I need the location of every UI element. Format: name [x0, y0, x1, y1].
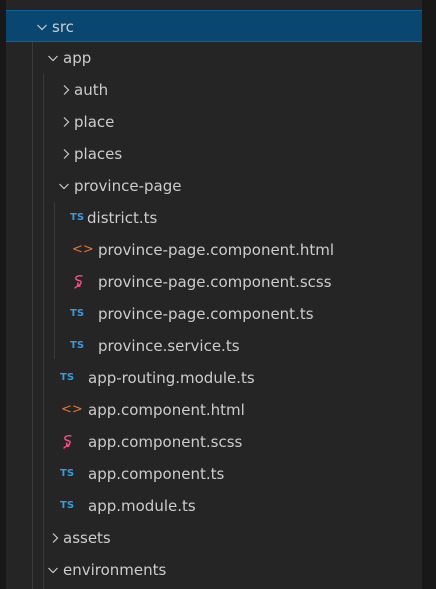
chevron-right-icon[interactable] — [60, 106, 72, 138]
typescript-file-icon: TS — [70, 212, 85, 223]
tree-item-label: assets — [63, 529, 111, 547]
tree-item-label: province-page.component.html — [98, 241, 335, 259]
tree-item-province-service-ts[interactable]: TS province.service.ts — [6, 330, 422, 362]
tree-item-app-component-scss[interactable]: app.component.scss — [6, 426, 422, 458]
tree-item-assets[interactable]: assets — [6, 522, 422, 554]
chevron-down-icon[interactable] — [58, 170, 70, 202]
tree-item-province-page[interactable]: province-page — [6, 170, 422, 202]
chevron-down-icon[interactable] — [47, 42, 59, 74]
tree-item-label: environments — [63, 561, 167, 579]
tree-item-label: places — [74, 145, 123, 163]
tree-item-district-ts[interactable]: TS district.ts — [6, 202, 422, 234]
chevron-right-icon[interactable] — [49, 522, 61, 554]
tree-item-province-page-component-html[interactable]: <> province-page.component.html — [6, 234, 422, 266]
typescript-file-icon: TS — [60, 468, 75, 479]
tree-item-app-component-html[interactable]: <> app.component.html — [6, 394, 422, 426]
chevron-right-icon[interactable] — [60, 138, 72, 170]
tree-item-environments[interactable]: environments — [6, 554, 422, 586]
file-tree: src app auth place places province-page … — [6, 10, 422, 586]
tree-item-label: province-page — [74, 177, 182, 195]
tree-item-place[interactable]: place — [6, 106, 422, 138]
chevron-down-icon[interactable] — [47, 554, 59, 586]
tree-item-province-page-component-ts[interactable]: TS province-page.component.ts — [6, 298, 422, 330]
tree-item-places[interactable]: places — [6, 138, 422, 170]
tree-item-label: app.component.ts — [88, 465, 225, 483]
html-file-icon: <> — [72, 242, 94, 257]
tree-item-label: district.ts — [87, 209, 158, 227]
typescript-file-icon: TS — [70, 340, 85, 351]
tree-item-app-component-ts[interactable]: TS app.component.ts — [6, 458, 422, 490]
tree-item-label: src — [52, 18, 74, 36]
tree-item-label: app.component.scss — [88, 433, 243, 451]
chevron-down-icon[interactable] — [36, 11, 48, 43]
tree-item-label: auth — [74, 81, 109, 99]
tree-item-label: province-page.component.scss — [98, 273, 332, 291]
tree-item-app[interactable]: app — [6, 42, 422, 74]
tree-item-label: place — [74, 113, 115, 131]
tree-item-label: app.component.html — [88, 401, 245, 419]
typescript-file-icon: TS — [70, 308, 85, 319]
tree-item-app-module-ts[interactable]: TS app.module.ts — [6, 490, 422, 522]
tree-item-label: province.service.ts — [98, 337, 240, 355]
tree-item-src[interactable]: src — [6, 10, 422, 42]
tree-item-label: province-page.component.ts — [98, 305, 314, 323]
tree-item-label: app-routing.module.ts — [88, 369, 255, 387]
typescript-file-icon: TS — [60, 372, 75, 383]
tree-item-app-routing-module-ts[interactable]: TS app-routing.module.ts — [6, 362, 422, 394]
tree-item-label: app.module.ts — [88, 497, 196, 515]
tree-item-label: app — [63, 49, 92, 67]
typescript-file-icon: TS — [60, 500, 75, 511]
tree-item-auth[interactable]: auth — [6, 74, 422, 106]
tree-item-province-page-component-scss[interactable]: province-page.component.scss — [6, 266, 422, 298]
file-explorer: src app auth place places province-page … — [0, 0, 436, 589]
chevron-right-icon[interactable] — [60, 74, 72, 106]
html-file-icon: <> — [61, 402, 83, 417]
